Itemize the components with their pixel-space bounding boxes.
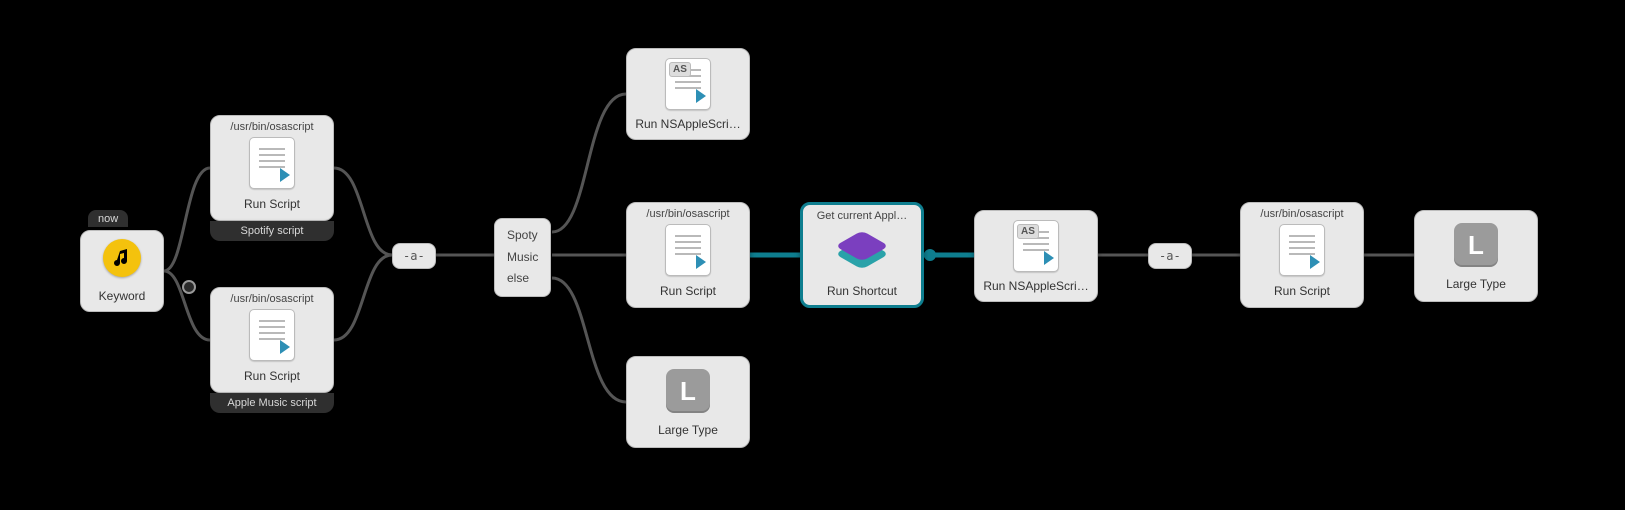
- run-script-mid-node[interactable]: /usr/bin/osascript Run Script: [626, 202, 750, 308]
- keyword-tab-label: now: [98, 213, 118, 225]
- large-type-mid-node[interactable]: L Large Type: [626, 356, 750, 448]
- filter-option-music: Music: [507, 247, 538, 269]
- run-shortcut-caption: Run Shortcut: [803, 280, 921, 304]
- nsapplescript-node-2[interactable]: AS Run NSAppleScri…: [974, 210, 1098, 302]
- spotify-script-title: /usr/bin/osascript: [211, 116, 333, 133]
- run-script-right-title: /usr/bin/osascript: [1241, 203, 1363, 220]
- applescript-icon: AS: [1013, 220, 1059, 272]
- keyword-node[interactable]: Keyword: [80, 230, 164, 312]
- filter-option-spoty: Spoty: [507, 225, 538, 247]
- nsapplescript-node-1[interactable]: AS Run NSAppleScri…: [626, 48, 750, 140]
- apple-music-script-caption: Run Script: [211, 365, 333, 389]
- arg-util-text: -a-: [403, 249, 425, 263]
- large-type-right-node[interactable]: L Large Type: [1414, 210, 1538, 302]
- spotify-script-node[interactable]: /usr/bin/osascript Run Script: [210, 115, 334, 221]
- large-type-icon: L: [666, 369, 710, 413]
- music-note-icon: [103, 239, 141, 277]
- run-script-mid-title: /usr/bin/osascript: [627, 203, 749, 220]
- script-icon: [665, 224, 711, 276]
- apple-music-script-label: Apple Music script: [210, 393, 334, 413]
- filter-option-else: else: [507, 268, 538, 290]
- workflow-canvas[interactable]: now Keyword /usr/bin/osascript Run Scrip…: [0, 0, 1625, 510]
- run-script-mid-caption: Run Script: [627, 280, 749, 304]
- script-icon: [1279, 224, 1325, 276]
- large-type-mid-caption: Large Type: [627, 419, 749, 443]
- script-icon: [249, 309, 295, 361]
- arg-util-text: -a-: [1159, 249, 1181, 263]
- run-shortcut-title: Get current Appl…: [803, 205, 921, 222]
- run-script-right-node[interactable]: /usr/bin/osascript Run Script: [1240, 202, 1364, 308]
- apple-music-script-node[interactable]: /usr/bin/osascript Run Script: [210, 287, 334, 393]
- large-type-icon: L: [1454, 223, 1498, 267]
- run-script-right-caption: Run Script: [1241, 280, 1363, 304]
- applescript-icon: AS: [665, 58, 711, 110]
- keyword-caption: Keyword: [81, 285, 163, 309]
- large-type-right-caption: Large Type: [1415, 273, 1537, 297]
- keyword-tab: now: [88, 210, 128, 227]
- spotify-script-label: Spotify script: [210, 221, 334, 241]
- script-icon: [249, 137, 295, 189]
- shortcuts-icon: [842, 231, 882, 271]
- arg-util-node-1[interactable]: -a-: [392, 243, 436, 269]
- nsapplescript-2-caption: Run NSAppleScri…: [975, 275, 1097, 299]
- run-shortcut-node[interactable]: Get current Appl… Run Shortcut: [800, 202, 924, 308]
- conditional-filter-node[interactable]: Spoty Music else: [494, 218, 551, 297]
- nsapplescript-1-caption: Run NSAppleScri…: [627, 113, 749, 137]
- spotify-script-caption: Run Script: [211, 193, 333, 217]
- apple-music-script-title: /usr/bin/osascript: [211, 288, 333, 305]
- arg-util-node-2[interactable]: -a-: [1148, 243, 1192, 269]
